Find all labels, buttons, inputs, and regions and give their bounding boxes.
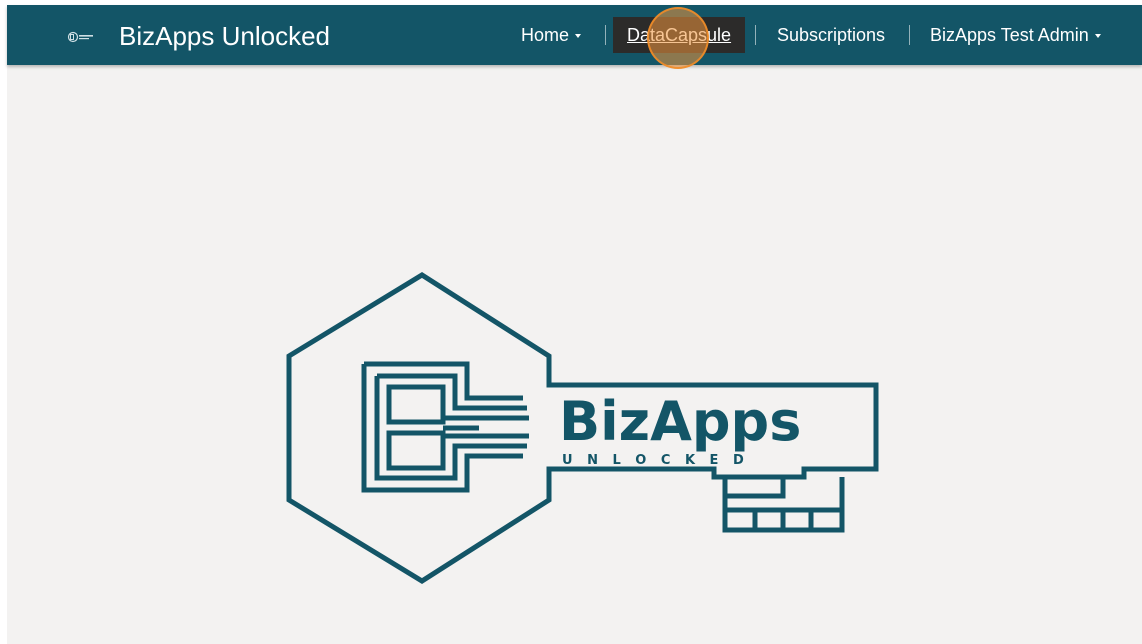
nav-home-dropdown[interactable]: Home bbox=[521, 17, 582, 53]
page-background: BizApps Unlocked Home DataCapsule Subscr… bbox=[7, 5, 1142, 644]
caret-down-icon bbox=[1094, 34, 1101, 39]
nav-subscriptions-link[interactable]: Subscriptions bbox=[777, 17, 885, 53]
nav-divider bbox=[909, 25, 910, 45]
nav-user-dropdown[interactable]: BizApps Test Admin bbox=[930, 17, 1101, 53]
brand-logo-icon[interactable] bbox=[67, 31, 95, 43]
logo-tagline: U N L O C K E D bbox=[562, 453, 749, 468]
caret-down-icon bbox=[575, 34, 582, 39]
nav-divider bbox=[605, 25, 606, 45]
nav-user-label: BizApps Test Admin bbox=[930, 25, 1089, 45]
logo-name: BizApps bbox=[559, 390, 801, 453]
click-indicator bbox=[647, 7, 709, 69]
brand-title[interactable]: BizApps Unlocked bbox=[119, 21, 330, 51]
nav-home-label: Home bbox=[521, 25, 570, 45]
bizapps-unlocked-logo: BizApps U N L O C K E D bbox=[286, 272, 879, 584]
nav-divider bbox=[755, 25, 756, 45]
nav-subscriptions-label: Subscriptions bbox=[777, 25, 886, 45]
top-navbar: BizApps Unlocked Home DataCapsule Subscr… bbox=[7, 5, 1142, 65]
